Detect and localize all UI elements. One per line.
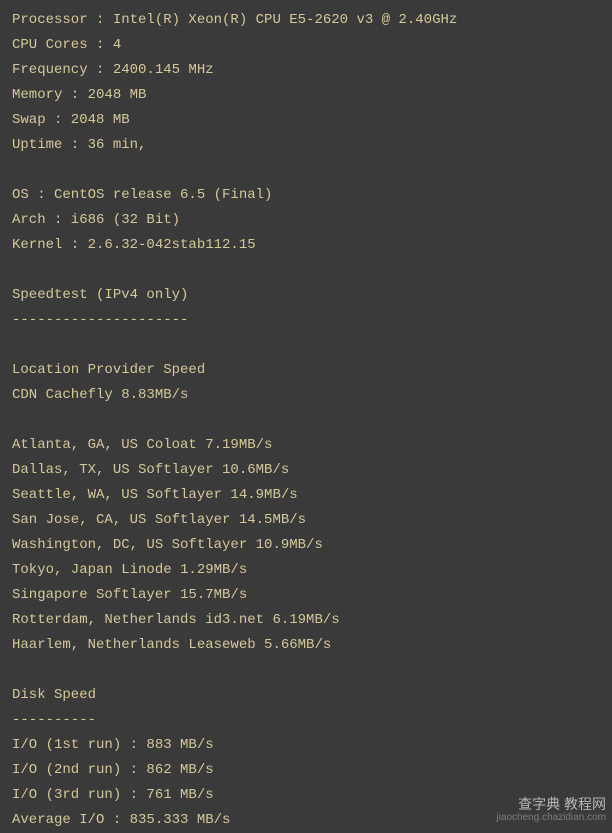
haarlem-line: Haarlem, Netherlands Leaseweb 5.66MB/s: [12, 633, 600, 658]
watermark-text-cn: 查字典 教程网: [496, 797, 606, 811]
frequency-line: Frequency : 2400.145 MHz: [12, 58, 600, 83]
kernel-line: Kernel : 2.6.32-042stab112.15: [12, 233, 600, 258]
blank-line: [12, 408, 600, 433]
seattle-line: Seattle, WA, US Softlayer 14.9MB/s: [12, 483, 600, 508]
rotterdam-line: Rotterdam, Netherlands id3.net 6.19MB/s: [12, 608, 600, 633]
arch-line: Arch : i686 (32 Bit): [12, 208, 600, 233]
washington-line: Washington, DC, US Softlayer 10.9MB/s: [12, 533, 600, 558]
atlanta-line: Atlanta, GA, US Coloat 7.19MB/s: [12, 433, 600, 458]
speedtest-header: Speedtest (IPv4 only): [12, 283, 600, 308]
blank-line: [12, 333, 600, 358]
memory-line: Memory : 2048 MB: [12, 83, 600, 108]
disk-divider: ----------: [12, 708, 600, 733]
location-header: Location Provider Speed: [12, 358, 600, 383]
watermark: 查字典 教程网 jiaocheng.chazidian.com: [496, 797, 606, 825]
disk-header: Disk Speed: [12, 683, 600, 708]
sanjose-line: San Jose, CA, US Softlayer 14.5MB/s: [12, 508, 600, 533]
io-run1-line: I/O (1st run) : 883 MB/s: [12, 733, 600, 758]
uptime-line: Uptime : 36 min,: [12, 133, 600, 158]
blank-line: [12, 658, 600, 683]
swap-line: Swap : 2048 MB: [12, 108, 600, 133]
watermark-text-url: jiaocheng.chazidian.com: [496, 811, 606, 825]
cpu-cores-line: CPU Cores : 4: [12, 33, 600, 58]
cdn-line: CDN Cachefly 8.83MB/s: [12, 383, 600, 408]
io-run2-line: I/O (2nd run) : 862 MB/s: [12, 758, 600, 783]
tokyo-line: Tokyo, Japan Linode 1.29MB/s: [12, 558, 600, 583]
blank-line: [12, 158, 600, 183]
os-line: OS : CentOS release 6.5 (Final): [12, 183, 600, 208]
blank-line: [12, 258, 600, 283]
processor-line: Processor : Intel(R) Xeon(R) CPU E5-2620…: [12, 8, 600, 33]
speedtest-divider: ---------------------: [12, 308, 600, 333]
dallas-line: Dallas, TX, US Softlayer 10.6MB/s: [12, 458, 600, 483]
singapore-line: Singapore Softlayer 15.7MB/s: [12, 583, 600, 608]
